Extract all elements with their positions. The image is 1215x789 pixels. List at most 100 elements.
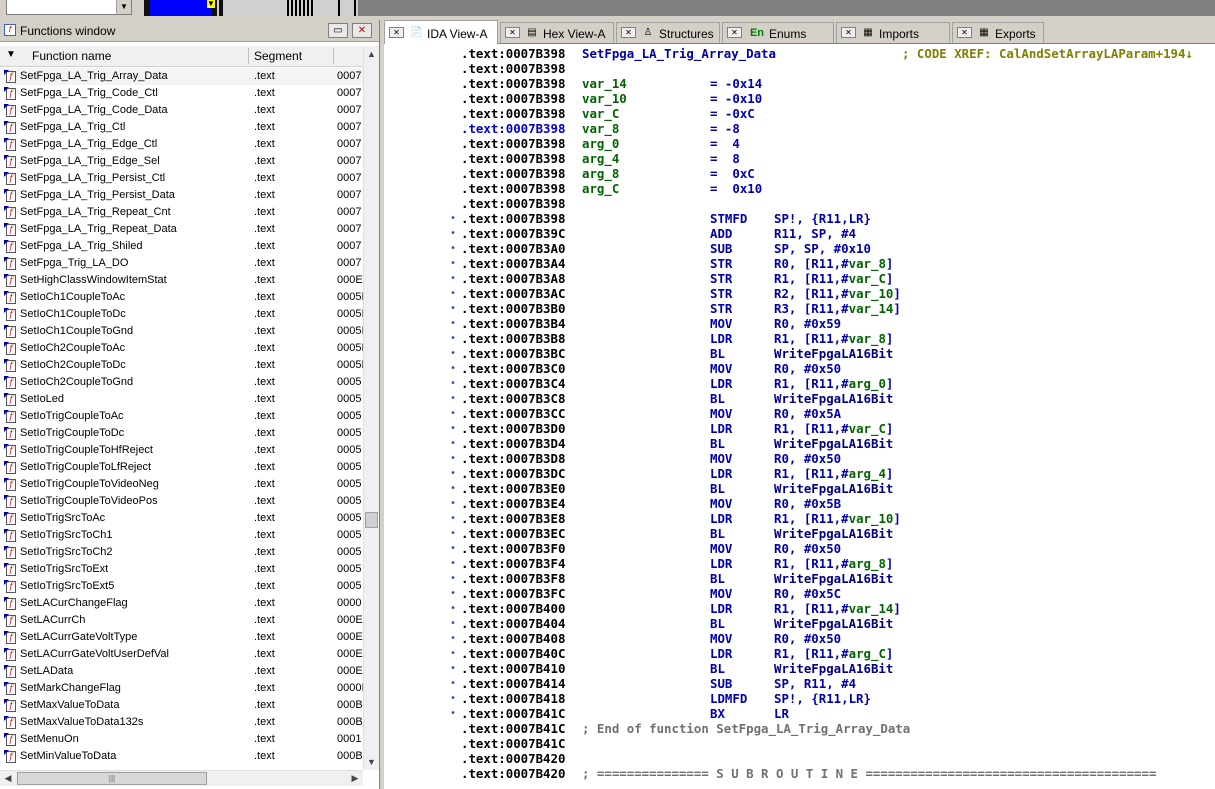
function-row[interactable]: f SetFpga_Trig_LA_DO .text 0007: [0, 255, 363, 272]
disasm-line[interactable]: .text:0007B398: [384, 196, 1215, 211]
close-button[interactable]: ✕: [352, 23, 372, 38]
disasm-line[interactable]: • .text:0007B3A4 STR R0, [R11,#var_8]: [384, 256, 1215, 271]
function-row[interactable]: fSetIoCh1CoupleToAc .text 0005D: [0, 289, 363, 306]
function-row[interactable]: f SetIoTrigSrcToExt .text 0005: [0, 561, 363, 578]
horizontal-scroll-thumb[interactable]: |||: [17, 772, 207, 785]
function-row[interactable]: f SetIoTrigCoupleToHfReject .text 0005: [0, 442, 363, 459]
close-tab-icon[interactable]: ✕: [389, 27, 404, 38]
disasm-line[interactable]: • .text:0007B3A8 STR R1, [R11,#var_C]: [384, 271, 1215, 286]
function-row[interactable]: f SetMarkChangeFlag .text 0000I: [0, 680, 363, 697]
disasm-line[interactable]: • .text:0007B3EC BL WriteFpgaLA16Bit: [384, 526, 1215, 541]
function-row[interactable]: f SetIoTrigSrcToAc .text 0005: [0, 510, 363, 527]
disasm-line[interactable]: .text:0007B398: [384, 61, 1215, 76]
instruction-operands[interactable]: R1, [R11,#arg_4]: [774, 466, 893, 481]
disasm-line[interactable]: .text:0007B398 var_10 = -0x10: [384, 91, 1215, 106]
navigation-band[interactable]: ▼: [144, 0, 1215, 16]
disasm-line[interactable]: .text:0007B398 SetFpga_LA_Trig_Array_Data…: [384, 46, 1215, 61]
disasm-line[interactable]: • .text:0007B41C BX LR: [384, 706, 1215, 721]
stack-variable-name[interactable]: var_C: [582, 106, 619, 121]
instruction-operands[interactable]: WriteFpgaLA16Bit: [774, 481, 893, 496]
function-row[interactable]: f SetHighClassWindowItemStat .text 000E: [0, 272, 363, 289]
disasm-line[interactable]: .text:0007B398 arg_4 = 8: [384, 151, 1215, 166]
tab-enums[interactable]: ✕ En Enums: [722, 22, 834, 43]
disasm-line[interactable]: .text:0007B398 var_C = -0xC: [384, 106, 1215, 121]
scroll-up-icon[interactable]: ▲: [364, 46, 379, 62]
instruction-operands[interactable]: R1, [R11,#var_14]: [774, 601, 901, 616]
function-row[interactable]: f SetFpga_LA_Trig_Edge_Sel .text 0007: [0, 153, 363, 170]
instruction-operands[interactable]: R0, #0x50: [774, 361, 841, 376]
instruction-operands[interactable]: WriteFpgaLA16Bit: [774, 526, 893, 541]
disasm-line[interactable]: • .text:0007B418 LDMFD SP!, {R11,LR}: [384, 691, 1215, 706]
instruction-operands[interactable]: R0, #0x50: [774, 631, 841, 646]
function-row[interactable]: fSetIoCh2CoupleToDc .text 0005D: [0, 357, 363, 374]
tab-structures[interactable]: ✕ ♙ Structures: [616, 22, 720, 43]
function-row[interactable]: f SetIoTrigCoupleToAc .text 0005: [0, 408, 363, 425]
disasm-line[interactable]: • .text:0007B3C8 BL WriteFpgaLA16Bit: [384, 391, 1215, 406]
disasm-line[interactable]: • .text:0007B400 LDR R1, [R11,#var_14]: [384, 601, 1215, 616]
disasm-line[interactable]: .text:0007B398 arg_C = 0x10: [384, 181, 1215, 196]
instruction-operands[interactable]: WriteFpgaLA16Bit: [774, 616, 893, 631]
disassembly-view[interactable]: .text:0007B398 SetFpga_LA_Trig_Array_Data…: [384, 44, 1215, 789]
function-row[interactable]: f SetFpga_LA_Trig_Shiled .text 0007: [0, 238, 363, 255]
disasm-line[interactable]: • .text:0007B410 BL WriteFpgaLA16Bit: [384, 661, 1215, 676]
disasm-line[interactable]: • .text:0007B3C0 MOV R0, #0x50: [384, 361, 1215, 376]
instruction-operands[interactable]: R0, #0x5C: [774, 586, 841, 601]
close-tab-icon[interactable]: ✕: [841, 27, 856, 38]
segment-combo[interactable]: ▼: [6, 0, 132, 15]
instruction-operands[interactable]: R1, [R11,#var_C]: [774, 271, 893, 286]
tab-hex-view-a[interactable]: ✕ ▤ Hex View-A: [500, 22, 614, 43]
function-row[interactable]: f SetFpga_LA_Trig_Code_Ctl .text 0007: [0, 85, 363, 102]
disasm-line[interactable]: • .text:0007B3E0 BL WriteFpgaLA16Bit: [384, 481, 1215, 496]
function-row[interactable]: f SetFpga_LA_Trig_Array_Data .text 0007: [0, 68, 363, 85]
instruction-operands[interactable]: SP!, {R11,LR}: [774, 211, 871, 226]
stack-variable-name[interactable]: arg_C: [582, 181, 619, 196]
disasm-line[interactable]: .text:0007B420 ; =============== S U B R …: [384, 766, 1215, 781]
close-tab-icon[interactable]: ✕: [727, 27, 742, 38]
stack-variable-name[interactable]: arg_0: [582, 136, 619, 151]
function-row[interactable]: f SetFpga_LA_Trig_Edge_Ctl .text 0007: [0, 136, 363, 153]
function-row[interactable]: f SetLACurChangeFlag .text 0000: [0, 595, 363, 612]
function-row[interactable]: f SetIoTrigSrcToCh2 .text 0005: [0, 544, 363, 561]
stack-variable-reference[interactable]: arg_4: [849, 466, 886, 481]
disasm-line[interactable]: • .text:0007B3F0 MOV R0, #0x50: [384, 541, 1215, 556]
instruction-operands[interactable]: WriteFpgaLA16Bit: [774, 436, 893, 451]
stack-variable-reference[interactable]: arg_8: [849, 556, 886, 571]
instruction-operands[interactable]: WriteFpgaLA16Bit: [774, 571, 893, 586]
function-row[interactable]: f SetIoCh2CoupleToGnd .text 0005: [0, 374, 363, 391]
disasm-line[interactable]: • .text:0007B3D4 BL WriteFpgaLA16Bit: [384, 436, 1215, 451]
function-label[interactable]: SetFpga_LA_Trig_Array_Data: [582, 46, 776, 61]
function-row[interactable]: f SetMaxValueToData .text 000B: [0, 697, 363, 714]
function-row[interactable]: f SetIoLed .text 0005: [0, 391, 363, 408]
stack-variable-name[interactable]: var_8: [582, 121, 619, 136]
horizontal-scrollbar[interactable]: ◀ ||| ▶: [0, 770, 363, 786]
function-row[interactable]: f SetFpga_LA_Trig_Repeat_Data .text 0007: [0, 221, 363, 238]
function-row[interactable]: f SetIoTrigCoupleToDc .text 0005: [0, 425, 363, 442]
instruction-operands[interactable]: WriteFpgaLA16Bit: [774, 391, 893, 406]
stack-variable-reference[interactable]: var_10: [849, 511, 894, 526]
vertical-scrollbar[interactable]: ▲ ▼: [363, 46, 379, 770]
function-row[interactable]: f SetIoCh1CoupleToGnd .text 0005I: [0, 323, 363, 340]
disasm-line[interactable]: • .text:0007B3B4 MOV R0, #0x59: [384, 316, 1215, 331]
instruction-operands[interactable]: WriteFpgaLA16Bit: [774, 346, 893, 361]
function-row[interactable]: f SetMinValueToData .text 000B: [0, 748, 363, 765]
disasm-line[interactable]: • .text:0007B3CC MOV R0, #0x5A: [384, 406, 1215, 421]
disasm-line[interactable]: • .text:0007B3DC LDR R1, [R11,#arg_4]: [384, 466, 1215, 481]
disasm-line[interactable]: • .text:0007B3C4 LDR R1, [R11,#arg_0]: [384, 376, 1215, 391]
disasm-line[interactable]: • .text:0007B404 BL WriteFpgaLA16Bit: [384, 616, 1215, 631]
disasm-line[interactable]: .text:0007B41C ; End of function SetFpga_…: [384, 721, 1215, 736]
disasm-line[interactable]: • .text:0007B3D0 LDR R1, [R11,#var_C]: [384, 421, 1215, 436]
tab-ida-view-a[interactable]: ✕ 📄 IDA View-A: [384, 20, 498, 45]
scroll-right-icon[interactable]: ▶: [347, 771, 363, 787]
function-row[interactable]: f SetMenuOn .text 0001: [0, 731, 363, 748]
tab-imports[interactable]: ✕ ▦ Imports: [836, 22, 950, 43]
restore-button[interactable]: ▭: [328, 23, 348, 38]
function-row[interactable]: f SetFpga_LA_Trig_Code_Data .text 0007: [0, 102, 363, 119]
instruction-operands[interactable]: R0, #0x59: [774, 316, 841, 331]
function-row[interactable]: f SetIoCh1CoupleToDc .text 0005I: [0, 306, 363, 323]
disasm-line[interactable]: • .text:0007B3E4 MOV R0, #0x5B: [384, 496, 1215, 511]
disasm-line[interactable]: • .text:0007B3BC BL WriteFpgaLA16Bit: [384, 346, 1215, 361]
stack-variable-reference[interactable]: var_10: [849, 286, 894, 301]
function-row[interactable]: f SetIoTrigCoupleToLfReject .text 0005: [0, 459, 363, 476]
stack-variable-reference[interactable]: arg_C: [849, 646, 886, 661]
disasm-line[interactable]: • .text:0007B3F8 BL WriteFpgaLA16Bit: [384, 571, 1215, 586]
